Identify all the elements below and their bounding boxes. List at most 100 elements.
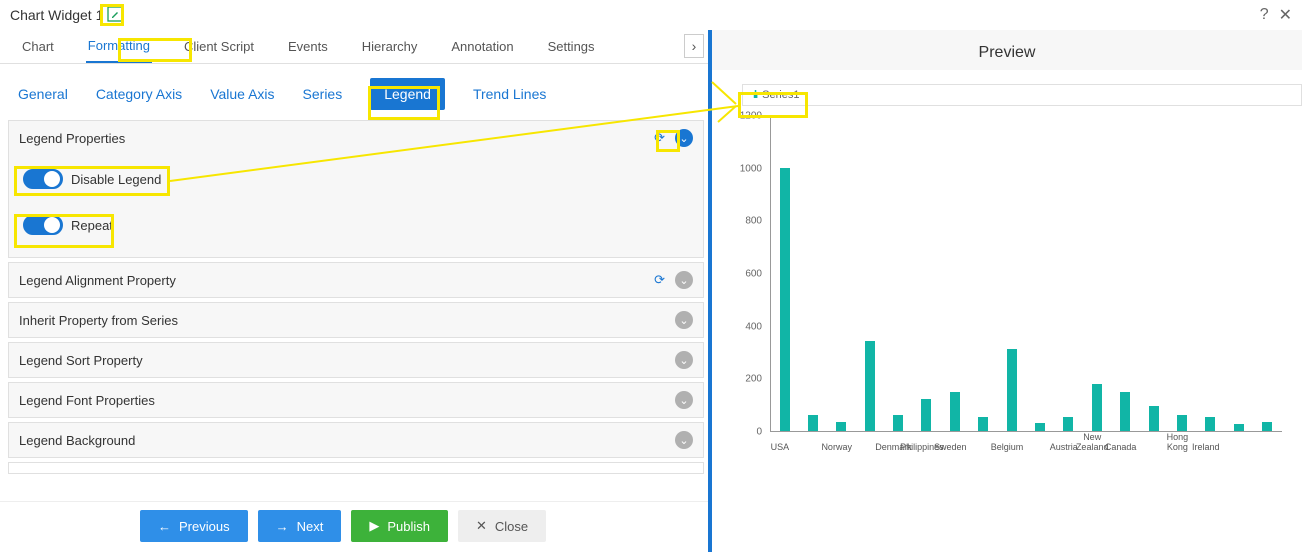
y-tick: 1000 [740, 163, 762, 174]
x-icon: ✕ [476, 518, 487, 534]
panel-legend-alignment: Legend Alignment Property ⟳ ⌄ [8, 262, 704, 298]
subtab-category-axis[interactable]: Category Axis [96, 86, 182, 102]
bar [1262, 422, 1272, 431]
toggle-repeat[interactable] [23, 215, 63, 235]
preview-title: Preview [712, 30, 1302, 70]
chevron-down-icon[interactable]: ⌄ [675, 271, 693, 289]
bar [1035, 423, 1045, 431]
chevron-down-icon[interactable]: ⌄ [675, 431, 693, 449]
x-tick-label: USA [758, 443, 802, 452]
subtab-legend[interactable]: Legend [370, 78, 445, 110]
previous-button[interactable]: ← Previous [140, 510, 248, 542]
bar [1092, 384, 1102, 431]
panel-legend-background: Legend Background ⌄ [8, 422, 704, 458]
legend-label: Series1 [762, 89, 799, 101]
chart-preview: 020040060080010001200 USANorwayDenmarkPh… [732, 116, 1282, 456]
tab-formatting[interactable]: Formatting [86, 30, 152, 63]
panel-title: Legend Background [19, 433, 675, 448]
panels-container: Legend Properties ⟳ ⌄ Disable Legend Rep… [0, 120, 708, 501]
wizard-footer: ← Previous → Next ▶ Publish ✕ Close [0, 501, 708, 552]
y-axis: 020040060080010001200 [732, 116, 766, 436]
close-button[interactable]: ✕ Close [458, 510, 546, 542]
bar [1205, 417, 1215, 431]
toggle-disable-legend-row: Disable Legend [23, 169, 689, 189]
chart-legend-chip[interactable]: ılı Series1 [742, 84, 1302, 106]
x-tick-label: Sweden [928, 443, 972, 452]
y-tick: 1200 [740, 111, 762, 122]
x-tick-label: Ireland [1184, 443, 1228, 452]
bar [1149, 406, 1159, 431]
tab-events[interactable]: Events [286, 31, 330, 62]
button-label: Publish [387, 519, 430, 534]
panel-title: Legend Properties [19, 131, 654, 146]
y-tick: 600 [745, 269, 762, 280]
panel-legend-properties: Legend Properties ⟳ ⌄ Disable Legend Rep… [8, 120, 704, 258]
chevron-down-icon[interactable]: ⌄ [675, 311, 693, 329]
tab-settings[interactable]: Settings [546, 31, 597, 62]
chevron-down-icon[interactable]: ⌄ [675, 391, 693, 409]
panel-inherit-from-series: Inherit Property from Series ⌄ [8, 302, 704, 338]
panel-title: Legend Font Properties [19, 393, 675, 408]
bar [1007, 349, 1017, 431]
panel-title: Inherit Property from Series [19, 313, 675, 328]
toggle-disable-legend[interactable] [23, 169, 63, 189]
bar [893, 415, 903, 431]
sub-tabs: General Category Axis Value Axis Series Lege… [0, 64, 708, 120]
panel-legend-font: Legend Font Properties ⌄ [8, 382, 704, 418]
bar [921, 399, 931, 431]
edit-icon[interactable] [107, 6, 123, 25]
panel-header[interactable]: Inherit Property from Series ⌄ [9, 303, 703, 337]
panel-header[interactable]: Legend Sort Property ⌄ [9, 343, 703, 377]
arrow-right-icon: → [276, 519, 289, 534]
tab-chart[interactable]: Chart [20, 31, 56, 62]
toggle-label: Repeat [71, 218, 113, 233]
bar [865, 341, 875, 431]
button-label: Next [297, 519, 324, 534]
panel-header[interactable]: Legend Font Properties ⌄ [9, 383, 703, 417]
next-button[interactable]: → Next [258, 510, 342, 542]
toggle-repeat-row: Repeat [23, 215, 689, 235]
publish-button[interactable]: ▶ Publish [351, 510, 448, 542]
bar [950, 392, 960, 432]
button-label: Previous [179, 519, 230, 534]
plot-area [770, 116, 1282, 432]
y-tick: 400 [745, 321, 762, 332]
panel-header-legend-properties[interactable]: Legend Properties ⟳ ⌄ [9, 121, 703, 155]
y-tick: 200 [745, 374, 762, 385]
y-tick: 0 [756, 427, 762, 438]
close-icon[interactable]: ✕ [1279, 5, 1292, 25]
panel-header[interactable]: Legend Alignment Property ⟳ ⌄ [9, 263, 703, 297]
bar [1063, 417, 1073, 431]
x-tick-label: Norway [815, 443, 859, 452]
primary-tabs: Chart Formatting Client Script Events Hierar… [0, 30, 708, 64]
panel-legend-sort: Legend Sort Property ⌄ [8, 342, 704, 378]
tab-client-script[interactable]: Client Script [182, 31, 256, 62]
toggle-label: Disable Legend [71, 172, 161, 187]
chevron-down-icon[interactable]: ⌄ [675, 351, 693, 369]
y-tick: 800 [745, 216, 762, 227]
refresh-icon[interactable]: ⟳ [654, 272, 665, 288]
tabs-scroll-right[interactable]: › [684, 34, 704, 58]
tab-annotation[interactable]: Annotation [449, 31, 515, 62]
panel-header[interactable]: Legend Background ⌄ [9, 423, 703, 457]
bar [780, 168, 790, 431]
bar [808, 415, 818, 431]
refresh-icon[interactable]: ⟳ [654, 130, 665, 146]
panel-title: Legend Alignment Property [19, 273, 654, 288]
bar [1120, 392, 1130, 432]
widget-title: Chart Widget 1 [10, 7, 103, 23]
x-tick-label: Belgium [985, 443, 1029, 452]
subtab-value-axis[interactable]: Value Axis [210, 86, 274, 102]
subtab-general[interactable]: General [18, 86, 68, 102]
help-icon[interactable]: ? [1260, 6, 1269, 24]
arrow-left-icon: ← [158, 519, 171, 534]
panel-title: Legend Sort Property [19, 353, 675, 368]
subtab-trend-lines[interactable]: Trend Lines [473, 86, 546, 102]
chevron-down-icon[interactable]: ⌄ [675, 129, 693, 147]
bar [978, 417, 988, 431]
bars-icon: ılı [753, 89, 756, 101]
x-tick-label: Canada [1099, 443, 1143, 452]
tab-hierarchy[interactable]: Hierarchy [360, 31, 420, 62]
play-icon: ▶ [369, 518, 379, 534]
subtab-series[interactable]: Series [303, 86, 343, 102]
